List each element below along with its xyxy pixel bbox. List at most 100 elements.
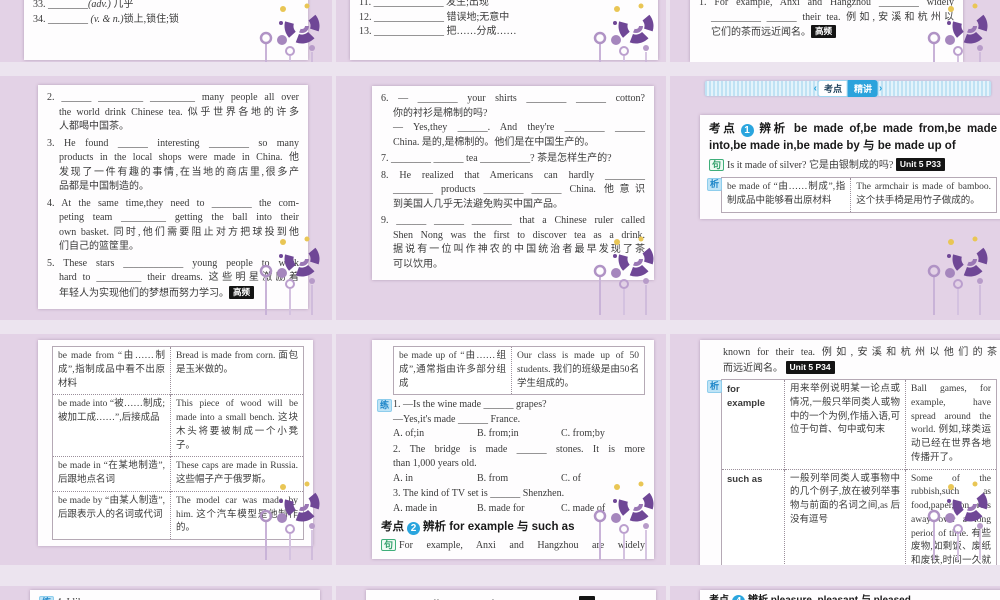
page-thumbnail-r4-c3[interactable]: 考点4辨析 pleasure, pleasant 与 pleased	[670, 586, 1000, 600]
exercise-card: 2. ______ _________ _________ many peopl…	[38, 85, 308, 309]
table-row: be made from “由……制成”,指制成品中看不出原材料 Bread is…	[53, 346, 304, 395]
page-thumbnail-r4-c2[interactable]: are many different kinds of books in the…	[336, 586, 666, 600]
term-cell: such as	[721, 468, 785, 565]
page-thumbnail-r3-c1[interactable]: be made from “由……制成”,指制成品中看不出原材料 Bread is…	[0, 334, 332, 565]
vocab-cn: 发生;出现	[446, 0, 489, 8]
unit-ref-badge: Unit 5 P34	[785, 360, 835, 374]
exercise-line: 品都是中国制造的。	[59, 181, 149, 192]
options-row: A. made in B. made for C. made of	[393, 502, 645, 517]
page-thumbnail-r3-c2[interactable]: be made up of “由……组成”,通常指由许多部分组成 Our clas…	[336, 334, 666, 565]
example-cell: Some of the rubbish,such as food,paper,i…	[905, 468, 997, 565]
table-row: such as 一般列举同类人或事物中的几个例子,放在被列举事物与前面的名词之间…	[721, 468, 997, 565]
exercise-item-8: 8. He realized that Americans can hardly…	[381, 169, 645, 213]
analysis-badge: 析	[707, 178, 723, 191]
sentence-continuation: known for their tea. 例如,安溪和杭州以他们的茶 而远近闻名…	[709, 346, 997, 376]
sentence-en: For example, Anxi and Hangzhou are widel…	[399, 539, 645, 551]
exercise-line: 据说有一位叫作神农的中国统治者最早发现了茶	[393, 244, 645, 255]
option-a: A. made in	[393, 502, 438, 514]
usage-cell: be made of “由……制成”,指制成品中能够看出原材料	[727, 182, 846, 206]
option-b: B. made for	[477, 502, 525, 514]
option-b: B. from	[477, 472, 509, 484]
option-c: C. from;by	[561, 428, 605, 440]
exercise-item-4: 4. At the same time,they need to _______…	[47, 197, 299, 255]
practice-badge: 练	[377, 399, 393, 413]
usage-table-wrap: be made up of “由……组成”,通常指由许多部分组成 Our clas…	[393, 346, 645, 396]
usage-table: be made up of “由……组成”,通常指由许多部分组成 Our clas…	[393, 346, 645, 396]
example-cell: These caps are made in Russia. 这些帽子产于俄罗斯…	[169, 456, 304, 492]
keypoint-heading: 考点4辨析 pleasure, pleasant 与 pleased	[709, 593, 997, 600]
keypoint-label: 考点	[709, 595, 729, 600]
keypoint-card: known for their tea. 例如,安溪和杭州以他们的茶 而远近闻名…	[700, 340, 1000, 565]
high-frequency-badge: 高频	[811, 25, 837, 39]
vocab-item: 11. ______________ 发生;出现	[359, 0, 649, 11]
table-row: be made into “被……制成;被加工成……”,后接成品 This pie…	[52, 394, 304, 457]
partial-badge	[578, 596, 595, 600]
question-line: 3. The kind of TV set is ______ Shenzhen…	[393, 488, 565, 500]
exercise-line: — Yes,they ______. And they're ________ …	[393, 122, 645, 133]
usage-cell: be made up of “由……组成”,通常指由许多部分组成	[399, 351, 506, 389]
question-line: 2. The bridge is made ______ stones. It …	[393, 443, 645, 455]
options-row: A. of;in B. from;in C. from;by	[393, 427, 645, 442]
page-thumbnail-r4-c1[interactable]: 练 4. I like	[0, 586, 332, 600]
keypoint-number-badge: 1	[740, 124, 754, 137]
section-banner-label: ‹ 考点 精讲 ›	[813, 80, 884, 97]
page-thumbnail-r2-c1[interactable]: 2. ______ _________ _________ many peopl…	[0, 76, 332, 320]
keypoint-number-badge: 4	[732, 595, 745, 600]
comparison-table: for example 用来举例说明某一论点或情况,一般只举同类人或物中的一个为…	[721, 379, 997, 565]
question-line: —Yes,it's made ______ France.	[393, 413, 521, 425]
page-thumbnail-r2-c3[interactable]: ‹ 考点 精讲 › 考点 1 辨析 be made of,be made from,be …	[670, 76, 1000, 320]
exercise-line: 5. These stars ____________ young people…	[47, 257, 299, 269]
exercise-line: 8. He realized that Americans can hardly…	[381, 169, 645, 181]
question-line: 1. —Is the wine made ______ grapes?	[393, 399, 547, 411]
example-cell: Ball games, for example, have spread aro…	[905, 379, 997, 470]
exercise-line: 它们的茶而远近闻名。 高频	[711, 25, 954, 41]
exercise-card: 练 4. I like	[30, 590, 320, 600]
exercise-line: 练 4. I like	[39, 596, 311, 600]
example-cell: Our class is made up of 50 students. 我们的…	[510, 346, 645, 395]
exercise-line: hard to _________ their dreams. 这些明星激励着	[59, 272, 299, 283]
keypoint-label: 考点	[709, 123, 738, 135]
vocab-blank: 13. ______________	[359, 26, 447, 37]
keypoint-title: 辨析 for example 与 such as	[423, 521, 575, 534]
usage-table-wrap: 析 be made of “由……制成”,指制成品中能够看出原材料 The ar…	[707, 177, 997, 213]
vocab-cn: 错误地;无意中	[446, 11, 510, 23]
exercise-line: 人都喝中国茶。	[59, 121, 129, 132]
page-thumbnail-r3-c3[interactable]: known for their tea. 例如,安溪和杭州以他们的茶 而远近闻名…	[670, 334, 1000, 565]
sentence-line: known for their tea. 例如,安溪和杭州以他们的茶	[723, 347, 997, 358]
flower-decoration	[918, 235, 998, 320]
usage-cell: 一般列举同类人或事物中的几个例子,放在被列举事物与前面的名词之间,as 后没有逗…	[784, 468, 906, 565]
banner-label-right: 精讲	[848, 80, 879, 97]
keypoint-label: 考点	[381, 521, 404, 534]
vocab-card: 33. ________(adv.) 几乎 34. ________ (v. &…	[24, 0, 308, 60]
high-frequency-badge: 高频	[229, 285, 255, 299]
part-of-speech: (v. & n.)	[90, 13, 124, 25]
exercise-line: Shen Nong was the first to discover tea …	[393, 229, 645, 241]
page-thumbnail-r2-c2[interactable]: 6. — ________ your shirts ________ _____…	[336, 76, 666, 320]
sentence-cn: 而远近闻名。	[723, 362, 786, 374]
exercise-line: 年轻人为实现他们的梦想而努力学习。 高频	[59, 285, 299, 302]
page-thumbnail-r1-c2[interactable]: 11. ______________ 发生;出现 12. ___________…	[336, 0, 666, 62]
keypoint-heading: 考点 1 辨析 be made of,be made from,be made in…	[709, 121, 997, 156]
option-a: A. in	[393, 472, 413, 484]
keypoint-card: 考点 1 辨析 be made of,be made from,be made in…	[700, 115, 1000, 219]
usage-cell: be made by “由某人制造”,后跟表示人的名词或代词	[52, 490, 171, 540]
exercise-line: peting team _________ getting the ball i…	[59, 212, 299, 223]
vocab-blank: 12. ______________	[359, 11, 447, 23]
exercise-line: 们自己的篮筐里。	[59, 241, 139, 252]
page-thumbnail-r1-c1[interactable]: 33. ________(adv.) 几乎 34. ________ (v. &…	[0, 0, 332, 62]
page-thumbnail-r1-c3[interactable]: 1. For example, Anxi and Hangzhou ______…	[670, 0, 1000, 62]
keypoint-number-badge: 2	[407, 522, 420, 536]
example-cell: The model car was made by him. 这个汽车模型是他制…	[169, 490, 304, 540]
banner-arrow-right-icon: ›	[879, 83, 883, 94]
unit-ref-badge: Unit 5 P33	[895, 157, 945, 171]
sentence-badge: 句	[709, 158, 725, 172]
keypoint-card: 考点4辨析 pleasure, pleasant 与 pleased	[700, 590, 1000, 600]
banner-arrow-left-icon: ‹	[813, 83, 817, 94]
exercise-line: 6. — ________ your shirts ________ _____…	[381, 93, 645, 104]
exercise-line: 9. ______ ______ ________ that a Chinese…	[381, 215, 645, 226]
sentence-line: 而远近闻名。 Unit 5 P34	[723, 360, 997, 377]
exercise-card: are many different kinds of books in the…	[366, 590, 656, 600]
sentence-en: Is it made of silver?	[727, 159, 807, 171]
sentence-badge: 句	[381, 538, 397, 552]
option-a: A. of;in	[393, 428, 425, 440]
